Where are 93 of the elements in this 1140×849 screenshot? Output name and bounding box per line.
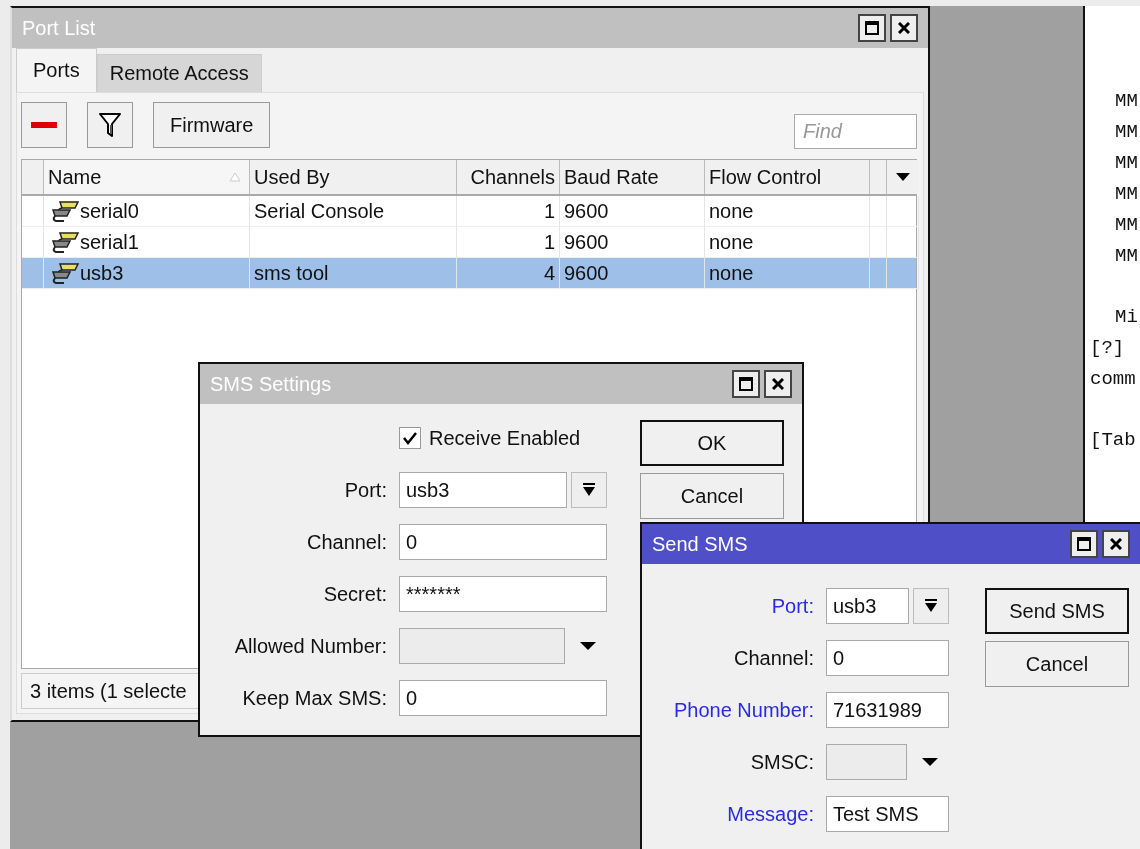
combo-field[interactable] [826,744,907,780]
checkbox[interactable] [399,427,421,449]
table-cell: none [709,230,754,254]
field-label: Port: [770,594,814,618]
table-cell: serial1 [80,230,139,254]
field-label: Channel: [305,530,387,554]
terminal-text: MM [1114,182,1139,207]
field-label: Port: [343,478,387,502]
terminal-text: MM [1114,151,1139,176]
maximize-icon [1077,537,1091,551]
port-field[interactable]: usb3 [826,588,909,624]
field-label: SMSC: [749,750,814,774]
firmware-button[interactable]: Firmware [153,102,271,148]
down-arrow-icon [924,599,938,613]
window-title: SMS Settings [210,372,333,396]
table-cell: 9600 [564,230,609,254]
table-cell: 4 [543,261,555,285]
field-label: Allowed Number: [233,634,387,658]
down-arrow-icon [582,483,596,497]
table-cell: serial0 [80,199,139,223]
dialog-button[interactable]: Cancel [985,641,1129,687]
terminal-text: MM [1114,89,1139,114]
dropdown-arrow-icon [579,641,597,651]
dialog-button[interactable]: OK [640,420,784,466]
port-field[interactable]: usb3 [399,472,567,508]
field-label: Channel: [732,646,814,670]
checkmark-icon [402,431,418,445]
terminal-text: comm [1089,367,1137,392]
dropdown-button[interactable] [571,472,607,508]
table-cell: 9600 [564,261,609,285]
table-cell: none [709,261,754,285]
field-label: Phone Number: [672,698,814,722]
status-text: 3 items (1 selecte [30,679,187,703]
close-button[interactable] [890,14,918,42]
column-header[interactable]: Flow Control [705,160,870,194]
input-field[interactable]: ******* [399,576,607,612]
table-row[interactable]: usb3 sms tool 4 9600 none [22,258,916,289]
column-header[interactable]: Channels [457,160,560,194]
field-label: Keep Max SMS: [241,686,387,710]
window-title: Send SMS [652,532,749,556]
tab[interactable]: Remote Access [96,54,262,92]
maximize-button[interactable] [1070,530,1098,558]
column-header[interactable]: Used By [250,160,457,194]
input-field[interactable]: Test SMS [826,796,949,832]
filter-button[interactable] [87,102,133,148]
close-icon [1110,538,1122,550]
table-cell: none [709,199,754,223]
close-icon [898,22,910,34]
remove-button[interactable] [21,102,67,148]
maximize-button[interactable] [732,370,760,398]
maximize-icon [865,21,879,35]
close-button[interactable] [1102,530,1130,558]
filter-icon [99,112,121,138]
terminal-text: [?] [1089,336,1126,361]
input-field[interactable]: 0 [399,680,607,716]
table-cell: usb3 [80,261,124,285]
table-cell: Serial Console [254,199,385,223]
dropdown-arrow-icon [921,757,939,767]
serial-port-icon [50,231,80,253]
table-cell: sms tool [254,261,329,285]
field-label: Secret: [322,582,387,606]
terminal-text: MM [1114,244,1139,269]
column-header[interactable]: Baud Rate [560,160,705,194]
dialog-button[interactable]: Cancel [640,473,784,519]
terminal-text: Mi [1114,305,1139,330]
maximize-icon [739,377,753,391]
terminal-text: MM [1114,213,1139,238]
serial-port-icon [50,200,80,222]
column-header[interactable]: Name [44,160,250,194]
close-icon [772,378,784,390]
table-cell: 1 [543,230,555,254]
input-field[interactable]: 71631989 [826,692,949,728]
input-field[interactable]: 0 [826,640,949,676]
table-cell: 9600 [564,199,609,223]
maximize-button[interactable] [858,14,886,42]
sort-arrow-icon [229,172,241,182]
serial-port-icon [50,262,80,284]
dialog-button[interactable]: Send SMS [985,588,1129,634]
find-field[interactable]: Find [794,113,917,149]
window-title: Port List [22,16,97,40]
table-row[interactable]: serial0 Serial Console 1 9600 none [22,196,916,227]
terminal-text: [Tab [1089,428,1137,453]
close-button[interactable] [764,370,792,398]
table-cell: 1 [543,199,555,223]
combo-field[interactable] [399,628,565,664]
field-label: Message: [726,802,814,826]
tab[interactable]: Ports [16,48,97,92]
dropdown-arrow-icon [895,172,911,182]
terminal-text: MM [1114,120,1139,145]
checkbox-label: Receive Enabled [429,426,581,450]
input-field[interactable]: 0 [399,524,607,560]
minus-icon [31,121,57,129]
dropdown-button[interactable] [913,588,949,624]
